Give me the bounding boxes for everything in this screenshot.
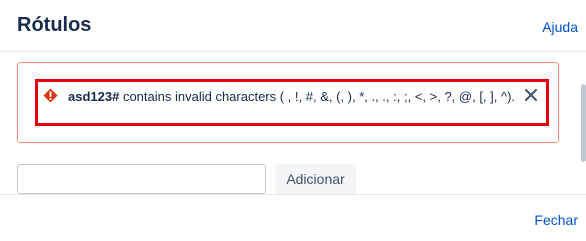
- error-container: asd123# contains invalid characters ( , …: [17, 62, 559, 143]
- error-text: asd123# contains invalid characters ( , …: [68, 88, 516, 105]
- error-label-name: asd123#: [68, 89, 120, 104]
- dialog-title: Rótulos: [17, 14, 92, 36]
- close-icon[interactable]: [524, 88, 538, 102]
- label-input[interactable]: [17, 164, 266, 194]
- error-message: contains invalid characters ( , !, #, &,…: [119, 89, 516, 104]
- add-button[interactable]: Adicionar: [275, 164, 356, 194]
- warning-icon: [43, 88, 58, 103]
- close-button[interactable]: Fechar: [534, 212, 578, 228]
- scrollbar[interactable]: [581, 84, 586, 162]
- footer-divider: [0, 194, 586, 195]
- error-message-box: asd123# contains invalid characters ( , …: [35, 79, 549, 126]
- dialog-header: Rótulos Ajuda: [0, 0, 586, 52]
- help-link[interactable]: Ajuda: [542, 19, 578, 35]
